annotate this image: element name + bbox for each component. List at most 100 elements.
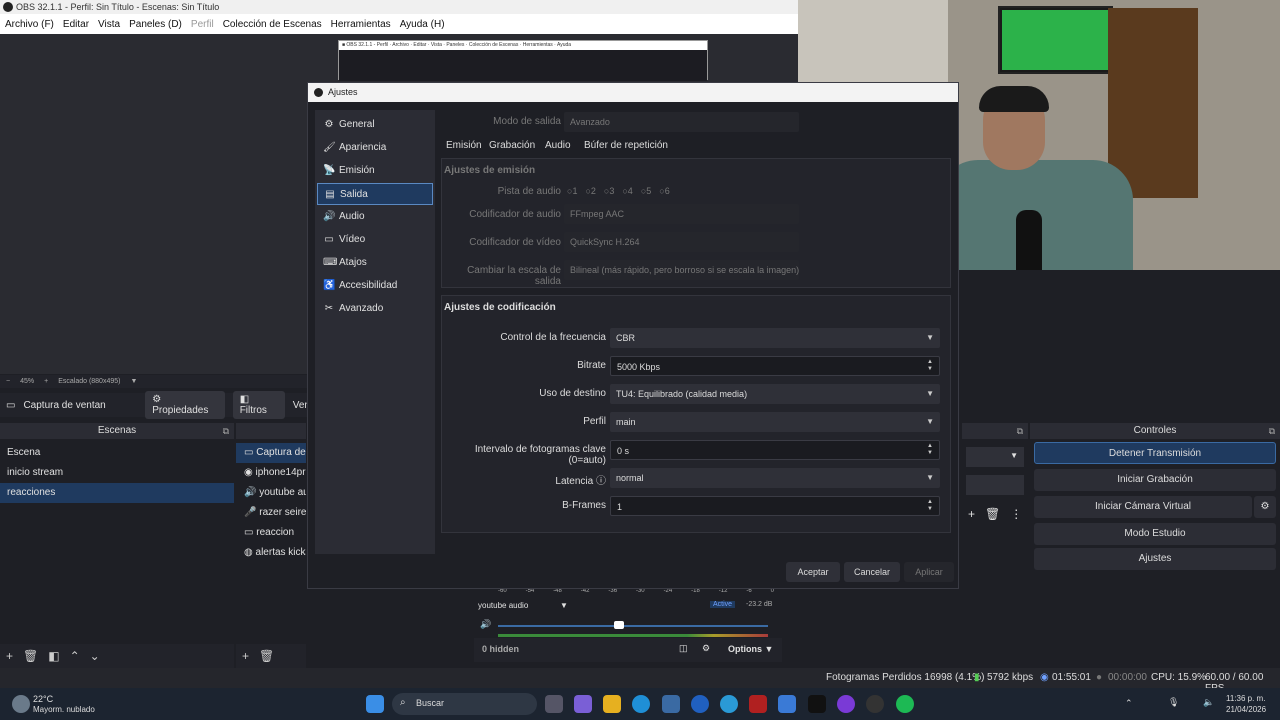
windows-start-icon[interactable]: [366, 695, 384, 713]
start-recording-button[interactable]: Iniciar Grabación: [1034, 469, 1276, 491]
stop-stream-button[interactable]: Detener Transmisión: [1034, 442, 1276, 464]
audio-track-radio[interactable]: ○4: [622, 186, 632, 196]
source-item[interactable]: ◍ alertas kicks: [236, 543, 306, 563]
settings-button[interactable]: Ajustes: [1034, 548, 1276, 570]
audio-track-radio[interactable]: ○5: [641, 186, 651, 196]
transition-select[interactable]: ▼: [966, 447, 1024, 467]
channel-menu-icon[interactable]: ▼: [560, 601, 568, 610]
audio-track-radio[interactable]: ○2: [585, 186, 595, 196]
tab-audio[interactable]: Audio: [545, 140, 571, 151]
filter-icon[interactable]: ◧: [48, 649, 59, 663]
virtual-cam-settings-icon[interactable]: ⚙: [1254, 496, 1276, 518]
tab-bufer[interactable]: Búfer de repetición: [584, 140, 668, 151]
layout-icon[interactable]: ◫: [679, 643, 688, 654]
more-icon[interactable]: ⋮: [1010, 507, 1022, 521]
menu-perfil[interactable]: Perfil: [191, 19, 214, 30]
trash-icon[interactable]: 🗑: [985, 507, 1000, 521]
sidebar-item-video[interactable]: ▭ Vídeo: [317, 229, 433, 251]
zoom-dropdown-icon[interactable]: ▼: [130, 378, 137, 385]
volume-icon[interactable]: 🔊: [480, 619, 491, 630]
target-usage-select[interactable]: TU4: Equilibrado (calidad media) ▼: [610, 384, 940, 404]
trash-icon[interactable]: 🗑: [259, 649, 274, 663]
spin-arrows-icon[interactable]: ▲ ▼: [927, 443, 933, 457]
sidebar-item-audio[interactable]: 🔊 Audio: [317, 206, 433, 228]
taskbar-search[interactable]: ⌕ Buscar: [392, 693, 537, 715]
sidebar-item-avanzado[interactable]: ✂ Avanzado: [317, 298, 433, 320]
store-icon[interactable]: [662, 695, 680, 713]
app-icon[interactable]: [720, 695, 738, 713]
sidebar-item-salida[interactable]: ▤ Salida: [317, 183, 433, 205]
task-view-icon[interactable]: [545, 695, 563, 713]
menu-archivo[interactable]: Archivo (F): [5, 19, 54, 30]
video-encoder-select[interactable]: QuickSync H.264: [564, 232, 799, 252]
transition-duration[interactable]: [966, 475, 1024, 495]
accept-button[interactable]: Aceptar: [786, 562, 840, 582]
help-icon[interactable]: ⓘ: [593, 476, 606, 487]
menu-editar[interactable]: Editar: [63, 19, 89, 30]
sidebar-item-emision[interactable]: 📡 Emisión: [317, 160, 433, 182]
file-explorer-icon[interactable]: [603, 695, 621, 713]
tray-chevron-icon[interactable]: ⌃: [1125, 698, 1133, 709]
scene-item-selected[interactable]: reacciones: [0, 483, 234, 503]
add-icon[interactable]: +: [6, 649, 13, 663]
app2-icon[interactable]: [837, 695, 855, 713]
edge-icon[interactable]: [632, 695, 650, 713]
dock-float-icon[interactable]: ⧉: [223, 423, 229, 439]
menu-coleccion[interactable]: Colección de Escenas: [223, 19, 322, 30]
output-mode-select[interactable]: Avanzado: [564, 112, 799, 132]
audio-encoder-select[interactable]: FFmpeg AAC: [564, 204, 799, 224]
menu-vista[interactable]: Vista: [98, 19, 120, 30]
latency-select[interactable]: normal ▼: [610, 468, 940, 488]
audio-track-radio[interactable]: ○3: [604, 186, 614, 196]
source-item[interactable]: ▭ Captura de v: [236, 443, 306, 463]
volume-handle[interactable]: [614, 621, 624, 629]
keyframe-interval-spinbox[interactable]: 0 s ▲ ▼: [610, 440, 940, 460]
trash-icon[interactable]: 🗑: [23, 649, 38, 663]
studio-mode-button[interactable]: Modo Estudio: [1034, 523, 1276, 545]
down-icon[interactable]: ⌄: [90, 649, 100, 663]
weather-icon[interactable]: [12, 695, 30, 713]
spin-arrows-icon[interactable]: ▲ ▼: [927, 359, 933, 373]
audio-track-radio[interactable]: ○6: [659, 186, 669, 196]
menu-herramientas[interactable]: Herramientas: [331, 19, 391, 30]
dock-float-icon[interactable]: ⧉: [1017, 423, 1023, 439]
tiktok-icon[interactable]: [808, 695, 826, 713]
tab-emision[interactable]: Emisión: [446, 140, 482, 151]
audio-track-radio[interactable]: ○1: [567, 186, 577, 196]
mixer-settings-icon[interactable]: ⚙: [702, 643, 710, 654]
source-item[interactable]: ◉ iphone14pr: [236, 463, 306, 483]
apply-button[interactable]: Aplicar: [904, 562, 954, 582]
properties-button[interactable]: ⚙ Propiedades: [145, 391, 225, 419]
source-item[interactable]: 🔊 youtube au: [236, 483, 306, 503]
volume-tray-icon[interactable]: 🔈: [1203, 697, 1214, 708]
add-icon[interactable]: +: [968, 507, 975, 521]
hp-icon[interactable]: [691, 695, 709, 713]
filters-button[interactable]: ◧ Filtros: [232, 391, 285, 419]
mcafee-icon[interactable]: [749, 695, 767, 713]
dock-float-icon[interactable]: ⧉: [1269, 423, 1275, 439]
up-icon[interactable]: ⌃: [70, 649, 80, 663]
volume-slider[interactable]: [498, 625, 768, 627]
source-item[interactable]: ▭ reaccion: [236, 523, 306, 543]
sidebar-item-apariencia[interactable]: 🖌 Apariencia: [317, 137, 433, 159]
zoom-in-icon[interactable]: +: [44, 378, 48, 385]
bitrate-spinbox[interactable]: 5000 Kbps ▲ ▼: [610, 356, 940, 376]
add-icon[interactable]: +: [242, 649, 249, 663]
start-virtual-cam-button[interactable]: Iniciar Cámara Virtual: [1034, 496, 1252, 518]
source-item[interactable]: 🎤 razer seiren: [236, 503, 306, 523]
sidebar-item-atajos[interactable]: ⌨ Atajos: [317, 252, 433, 274]
microphone-icon[interactable]: 🎙: [1168, 697, 1179, 708]
menu-paneles[interactable]: Paneles (D): [129, 19, 182, 30]
copilot-icon[interactable]: [574, 695, 592, 713]
rescale-select[interactable]: Bilineal (más rápido, pero borroso si se…: [564, 260, 799, 280]
sidebar-item-accesibilidad[interactable]: ♿ Accesibilidad: [317, 275, 433, 297]
zoom-out-icon[interactable]: −: [6, 378, 10, 385]
sidebar-item-general[interactable]: ⚙ General: [317, 114, 433, 136]
profile-select[interactable]: main ▼: [610, 412, 940, 432]
spin-arrows-icon[interactable]: ▲ ▼: [927, 499, 933, 513]
mail-icon[interactable]: [778, 695, 796, 713]
bframes-spinbox[interactable]: 1 ▲ ▼: [610, 496, 940, 516]
spotify-icon[interactable]: [896, 695, 914, 713]
obs-taskbar-icon[interactable]: [866, 695, 884, 713]
menu-ayuda[interactable]: Ayuda (H): [400, 19, 445, 30]
